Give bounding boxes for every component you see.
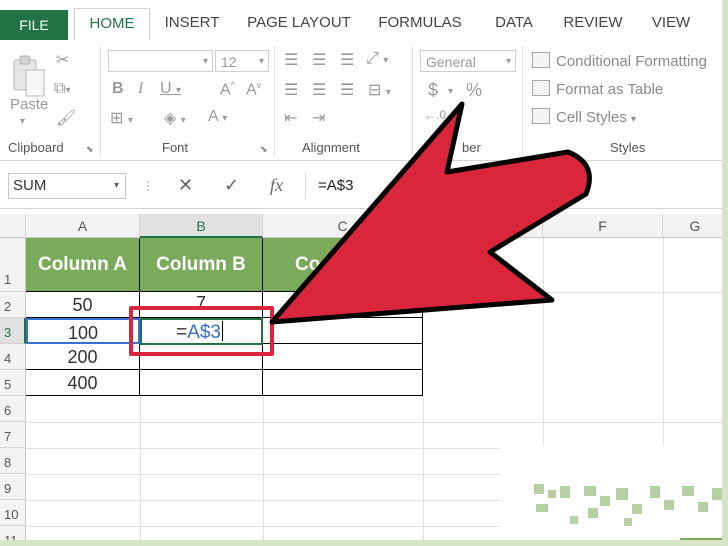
excel-window: FILE HOME INSERT PAGE LAYOUT FORMULAS DA… [0, 0, 728, 546]
watermark-icon [500, 446, 728, 546]
